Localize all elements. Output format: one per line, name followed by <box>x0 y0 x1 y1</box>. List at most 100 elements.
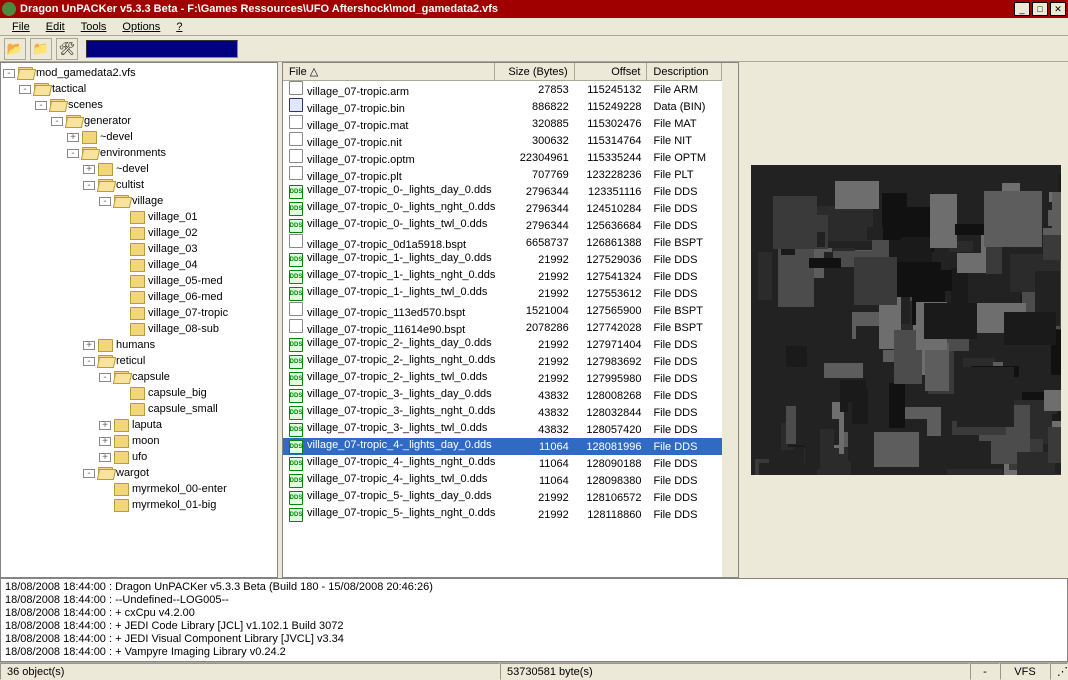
tree-item[interactable]: +ufo <box>3 449 275 465</box>
table-row[interactable]: DDSvillage_07-tropic_3-_lights_twl_0.dds… <box>283 421 722 438</box>
tree-item[interactable]: village_01 <box>3 209 275 225</box>
tree-item[interactable]: -environments <box>3 145 275 161</box>
menu-tools[interactable]: Tools <box>73 19 115 35</box>
tree-item[interactable]: village_05-med <box>3 273 275 289</box>
tree-item[interactable]: +moon <box>3 433 275 449</box>
file-name: village_07-tropic_5-_lights_day_0.dds <box>307 490 492 502</box>
tree-item[interactable]: myrmekol_00-enter <box>3 481 275 497</box>
file-offset: 128057420 <box>575 423 648 437</box>
folder-icon <box>130 323 145 336</box>
table-row[interactable]: village_07-tropic.plt707769123228236File… <box>283 166 722 183</box>
status-objects: 36 object(s) <box>0 663 500 680</box>
maximize-button[interactable]: □ <box>1032 2 1048 16</box>
tree-item[interactable]: -wargot <box>3 465 275 481</box>
tree-toggle[interactable]: - <box>83 357 95 366</box>
table-row[interactable]: DDSvillage_07-tropic_4-_lights_nght_0.dd… <box>283 455 722 472</box>
col-file[interactable]: File △ <box>283 63 495 80</box>
tree-toggle[interactable]: - <box>3 69 15 78</box>
menu-edit[interactable]: Edit <box>38 19 73 35</box>
tree-item[interactable]: -village <box>3 193 275 209</box>
table-row[interactable]: DDSvillage_07-tropic_4-_lights_twl_0.dds… <box>283 472 722 489</box>
table-row[interactable]: DDSvillage_07-tropic_3-_lights_day_0.dds… <box>283 387 722 404</box>
table-row[interactable]: village_07-tropic.bin886822115249228Data… <box>283 98 722 115</box>
tree-toggle[interactable]: - <box>99 197 111 206</box>
vertical-scrollbar[interactable] <box>722 63 738 577</box>
tree-toggle[interactable]: - <box>83 181 95 190</box>
tree-toggle[interactable]: + <box>83 341 95 350</box>
menu-help[interactable]: ? <box>168 19 190 35</box>
file-offset: 127529036 <box>575 253 648 267</box>
tree-item[interactable]: village_04 <box>3 257 275 273</box>
file-table-body[interactable]: village_07-tropic.arm27853115245132File … <box>283 81 722 577</box>
table-row[interactable]: DDSvillage_07-tropic_1-_lights_day_0.dds… <box>283 251 722 268</box>
table-row[interactable]: village_07-tropic_0d1a5918.bspt665873712… <box>283 234 722 251</box>
tree-item[interactable]: -scenes <box>3 97 275 113</box>
table-row[interactable]: DDSvillage_07-tropic_5-_lights_nght_0.dd… <box>283 506 722 523</box>
tree-item[interactable]: village_08-sub <box>3 321 275 337</box>
tree-pane[interactable]: -mod_gamedata2.vfs-tactical-scenes-gener… <box>0 62 278 578</box>
tree-toggle[interactable]: + <box>83 165 95 174</box>
tree-item[interactable]: -mod_gamedata2.vfs <box>3 65 275 81</box>
tree-toggle[interactable]: + <box>99 421 111 430</box>
tree-item[interactable]: village_06-med <box>3 289 275 305</box>
tree-item[interactable]: myrmekol_01-big <box>3 497 275 513</box>
tree-toggle[interactable]: + <box>67 133 79 142</box>
tree-item[interactable]: -reticul <box>3 353 275 369</box>
tree-item[interactable]: -tactical <box>3 81 275 97</box>
tree-item[interactable]: +~devel <box>3 129 275 145</box>
tree-toggle[interactable]: - <box>51 117 63 126</box>
table-row[interactable]: DDSvillage_07-tropic_5-_lights_day_0.dds… <box>283 489 722 506</box>
tree-toggle[interactable]: - <box>35 101 47 110</box>
tree-toggle[interactable]: + <box>99 453 111 462</box>
file-offset: 128032844 <box>575 406 648 420</box>
log-pane[interactable]: 18/08/2008 18:44:00 : Dragon UnPACKer v5… <box>0 578 1068 662</box>
tree-item[interactable]: village_02 <box>3 225 275 241</box>
close-button[interactable]: ✕ <box>1050 2 1066 16</box>
col-offset[interactable]: Offset <box>575 63 648 80</box>
table-row[interactable]: DDSvillage_07-tropic_1-_lights_twl_0.dds… <box>283 285 722 302</box>
open-button[interactable]: 📂 <box>4 38 26 60</box>
tree-label: myrmekol_01-big <box>132 499 216 511</box>
file-size: 27853 <box>496 83 575 97</box>
menu-options[interactable]: Options <box>114 19 168 35</box>
file-desc: File DDS <box>647 389 722 403</box>
table-row[interactable]: DDSvillage_07-tropic_4-_lights_day_0.dds… <box>283 438 722 455</box>
tree-toggle[interactable]: + <box>99 437 111 446</box>
table-row[interactable]: village_07-tropic_113ed570.bspt152100412… <box>283 302 722 319</box>
tree-toggle[interactable]: - <box>67 149 79 158</box>
menu-file[interactable]: File <box>4 19 38 35</box>
table-row[interactable]: village_07-tropic.arm27853115245132File … <box>283 81 722 98</box>
tree-item[interactable]: capsule_big <box>3 385 275 401</box>
minimize-button[interactable]: _ <box>1014 2 1030 16</box>
tree-item[interactable]: +humans <box>3 337 275 353</box>
tree-toggle[interactable]: - <box>83 469 95 478</box>
table-row[interactable]: DDSvillage_07-tropic_0-_lights_day_0.dds… <box>283 183 722 200</box>
close-file-button[interactable]: 📁 <box>30 38 52 60</box>
tree-toggle[interactable]: - <box>19 85 31 94</box>
table-row[interactable]: DDSvillage_07-tropic_0-_lights_twl_0.dds… <box>283 217 722 234</box>
tree-toggle[interactable]: - <box>99 373 111 382</box>
col-size[interactable]: Size (Bytes) <box>495 63 574 80</box>
tree-item[interactable]: capsule_small <box>3 401 275 417</box>
table-row[interactable]: DDSvillage_07-tropic_3-_lights_nght_0.dd… <box>283 404 722 421</box>
tree-item[interactable]: village_07-tropic <box>3 305 275 321</box>
tree-item[interactable]: +laputa <box>3 417 275 433</box>
table-row[interactable]: DDSvillage_07-tropic_2-_lights_twl_0.dds… <box>283 370 722 387</box>
folder-icon <box>130 227 145 240</box>
table-row[interactable]: village_07-tropic.mat320885115302476File… <box>283 115 722 132</box>
table-row[interactable]: village_07-tropic_11614e90.bspt207828612… <box>283 319 722 336</box>
resize-grip[interactable]: ⋰ <box>1050 663 1068 680</box>
tree-item[interactable]: -capsule <box>3 369 275 385</box>
tree-item[interactable]: +~devel <box>3 161 275 177</box>
tree-item[interactable]: -cultist <box>3 177 275 193</box>
table-row[interactable]: DDSvillage_07-tropic_2-_lights_day_0.dds… <box>283 336 722 353</box>
table-row[interactable]: DDSvillage_07-tropic_1-_lights_nght_0.dd… <box>283 268 722 285</box>
tools-button[interactable]: 🛠 <box>56 38 78 60</box>
table-row[interactable]: village_07-tropic.optm22304961115335244F… <box>283 149 722 166</box>
tree-item[interactable]: village_03 <box>3 241 275 257</box>
col-desc[interactable]: Description <box>647 63 722 80</box>
table-row[interactable]: DDSvillage_07-tropic_0-_lights_nght_0.dd… <box>283 200 722 217</box>
table-row[interactable]: DDSvillage_07-tropic_2-_lights_nght_0.dd… <box>283 353 722 370</box>
table-row[interactable]: village_07-tropic.nit300632115314764File… <box>283 132 722 149</box>
tree-item[interactable]: -generator <box>3 113 275 129</box>
